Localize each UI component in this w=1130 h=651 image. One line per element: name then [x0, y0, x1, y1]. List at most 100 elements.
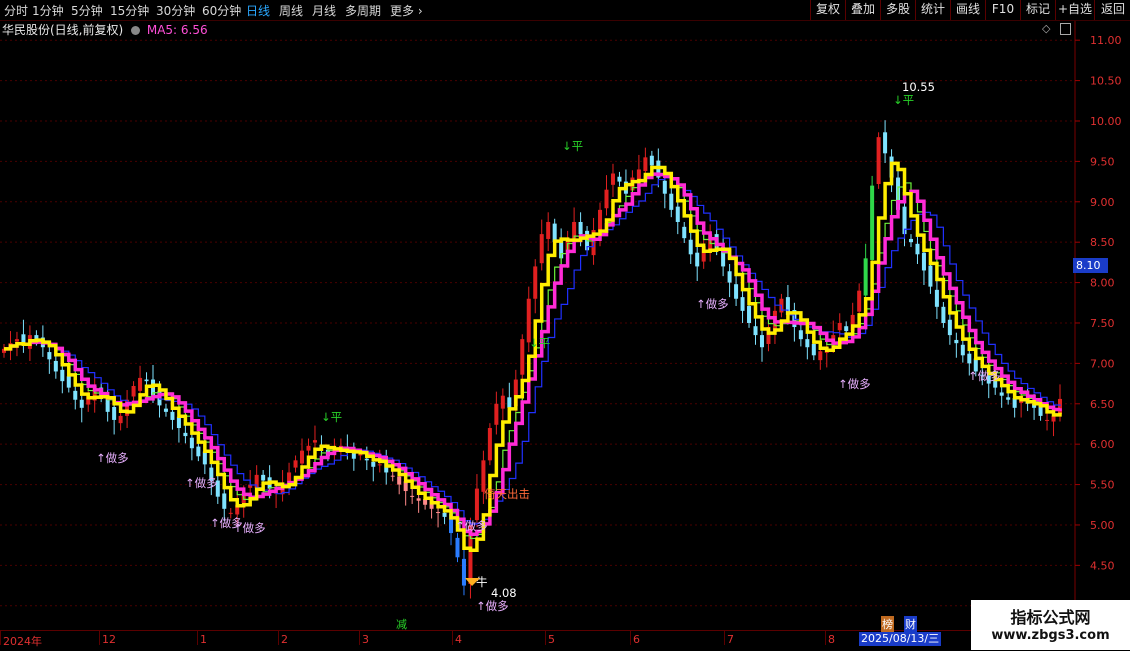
price-tick-label: 5.00: [1090, 519, 1115, 532]
period-tab-5min[interactable]: 5分钟: [71, 2, 103, 19]
period-tab-15min[interactable]: 15分钟: [110, 2, 149, 19]
candle-body: [688, 239, 693, 255]
candle-body: [60, 369, 65, 382]
candle-body: [578, 221, 583, 235]
cow-signal: 牛: [476, 575, 488, 589]
signal-annotations: ↑做多↑做多↑做多↑做多 ↑做多↑做多↑做多↑做多↑做多↓平↓平↓平↓平倚天出击牛…: [96, 80, 1001, 613]
period-tab-weekly[interactable]: 周线: [279, 2, 303, 19]
candle-body: [552, 223, 557, 243]
candle-body: [999, 392, 1004, 396]
candle-body: [131, 386, 136, 397]
f10-button[interactable]: F10: [985, 0, 1020, 20]
settings-dot-icon[interactable]: [131, 26, 141, 35]
candle-body: [300, 450, 305, 464]
period-toolbar: 分时 1分钟 5分钟 15分钟 30分钟 60分钟 日线 周线 月线 多周期 更…: [0, 0, 1130, 21]
period-tab-30min[interactable]: 30分钟: [156, 2, 195, 19]
low-price-label: 4.08: [491, 586, 517, 600]
candle-body: [870, 185, 875, 260]
panel-toggle-icon[interactable]: [1060, 23, 1071, 35]
watermark-title: 指标公式网: [1010, 608, 1091, 627]
candle-body: [610, 173, 615, 185]
price-tick-label: 4.50: [1090, 559, 1115, 572]
period-tab-more[interactable]: 更多 ›: [390, 2, 423, 19]
overlay-button[interactable]: 叠加: [845, 0, 880, 20]
chart-header: 华民股份(日线,前复权) MA5: 6.56: [2, 21, 208, 37]
do-long-signal: ↑做多: [696, 297, 729, 311]
flat-signal: ↓平: [893, 93, 914, 107]
adjust-button[interactable]: 复权: [810, 0, 845, 20]
ma-line-yellow: [4, 161, 1062, 552]
do-long-signal: ↑做多: [968, 369, 1001, 383]
candle-body: [533, 266, 538, 299]
candle-body: [377, 464, 382, 466]
candle-body: [112, 407, 117, 420]
price-tick-label: 11.00: [1090, 34, 1122, 47]
candle-body: [947, 319, 952, 336]
candle-body: [844, 326, 849, 332]
period-tab-1min[interactable]: 1分钟: [32, 2, 64, 19]
multi-stock-button[interactable]: 多股: [880, 0, 915, 20]
candle-body: [675, 206, 680, 222]
candle-body: [293, 460, 298, 468]
candle-body: [857, 290, 862, 312]
do-long-signal: ↑做多: [96, 451, 129, 465]
flat-signal: ↓平: [321, 410, 342, 424]
price-tick-label: 8.50: [1090, 236, 1115, 249]
diamond-icon[interactable]: ◇: [1042, 22, 1050, 35]
sword-signal: 倚天出击: [484, 487, 530, 501]
kline-chart[interactable]: 11.00 10.50 10.00 9.50 9.00 8.50 8.00 7.50 7.00 6…: [0, 0, 1130, 650]
candle-body: [1012, 398, 1017, 408]
candle-body: [397, 476, 402, 485]
candle-body: [390, 475, 395, 477]
reduce-badge[interactable]: 减: [395, 616, 408, 632]
price-tick-label: 6.50: [1090, 398, 1115, 411]
period-tab-daily[interactable]: 日线: [246, 2, 270, 19]
flat-signal: ↓平: [562, 139, 583, 153]
candle-body: [818, 351, 823, 361]
flat-signal: ↓平: [529, 336, 550, 350]
candle-body: [455, 537, 460, 558]
candle-body: [643, 157, 648, 172]
finance-badge[interactable]: 财: [904, 616, 917, 632]
candle-body: [967, 353, 972, 364]
candle-body: [364, 458, 369, 461]
add-favorite-button[interactable]: +自选: [1055, 0, 1094, 20]
price-tick-label: 10.50: [1090, 75, 1122, 88]
period-tab-multi[interactable]: 多周期: [345, 2, 381, 19]
candle-body: [649, 155, 654, 166]
candle-body: [727, 271, 732, 283]
ma5-label: MA5: 6.56: [146, 23, 208, 37]
candle-body: [546, 221, 551, 239]
candle-body: [837, 322, 842, 331]
chevron-right-icon: ›: [417, 4, 423, 18]
period-tab-60min[interactable]: 60分钟: [202, 2, 241, 19]
candle-body: [921, 252, 926, 271]
price-tick-label: 5.50: [1090, 479, 1115, 492]
candle-body: [734, 284, 739, 299]
watermark-logo: 指标公式网 www.zbgs3.com: [971, 600, 1130, 650]
current-price-tag: 8.10: [1073, 258, 1108, 273]
period-tab-monthly[interactable]: 月线: [312, 2, 336, 19]
candle-body: [928, 265, 933, 287]
candle-body: [196, 446, 201, 457]
candle-body: [306, 445, 311, 451]
mark-button[interactable]: 标记: [1020, 0, 1055, 20]
back-button[interactable]: 返回: [1094, 0, 1130, 20]
candle-body: [798, 330, 803, 340]
candle-body: [507, 397, 512, 408]
candle-body: [682, 226, 687, 239]
candle-body: [805, 339, 810, 348]
candle-body: [539, 234, 544, 264]
price-tick-label: 9.50: [1090, 155, 1115, 168]
price-axis-ticks: 11.00 10.50 10.00 9.50 9.00 8.50 8.00 7.50 7.00 6…: [1075, 34, 1122, 613]
month-label: 8: [825, 631, 835, 646]
candle-body: [66, 376, 71, 388]
candle-body: [436, 512, 441, 514]
ma-line-magenta: [4, 172, 1062, 536]
period-tab-fenshi[interactable]: 分时: [4, 2, 28, 19]
statistics-button[interactable]: 统计: [915, 0, 950, 20]
list-badge[interactable]: 榜: [881, 616, 894, 632]
draw-line-button[interactable]: 画线: [950, 0, 985, 20]
month-label: 6: [630, 631, 640, 646]
candle-body: [954, 339, 959, 344]
